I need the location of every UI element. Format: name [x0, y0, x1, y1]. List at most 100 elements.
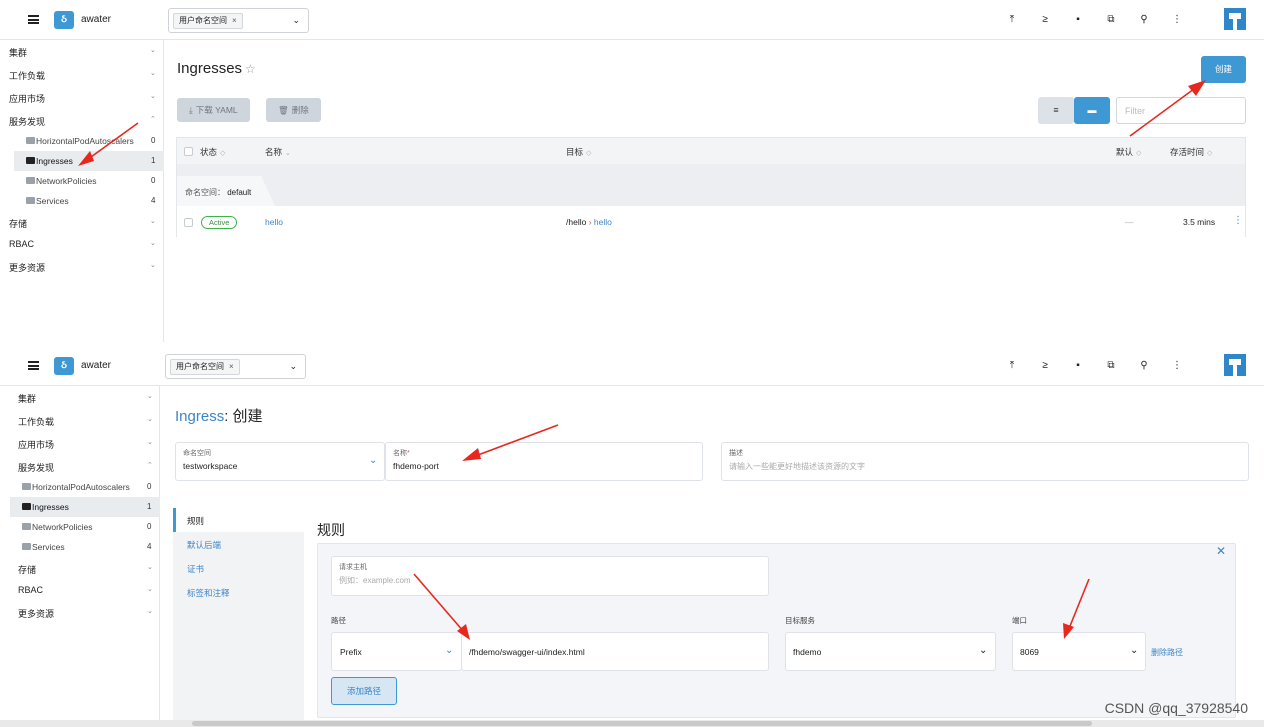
page-title: Ingress: 创建	[175, 405, 263, 426]
chevron-down-icon[interactable]: ⌄	[292, 15, 300, 26]
brand-logo-icon[interactable]	[1224, 354, 1246, 376]
chip-close-icon[interactable]: ×	[229, 362, 234, 371]
sidebar-group-rbac[interactable]: RBAC ⌄	[0, 580, 164, 600]
file-icon[interactable]: ▪	[1071, 359, 1085, 373]
horizontal-scrollbar[interactable]	[0, 720, 1264, 727]
chevron-icon: ⌄	[150, 47, 156, 54]
sidebar-item-hpa[interactable]: HorizontalPodAutoscalers 0	[14, 131, 164, 151]
target-cell: /hello › hello	[566, 217, 612, 227]
row-checkbox[interactable]	[184, 218, 193, 227]
copy-icon[interactable]: ⧉	[1104, 359, 1118, 373]
path-input[interactable]: /fhdemo/swagger-ui/index.html	[461, 632, 769, 671]
tab-certificates[interactable]: 证书	[173, 556, 304, 580]
tab-default-backend[interactable]: 默认后端	[173, 532, 304, 556]
sidebar-group-cluster[interactable]: 集群 ⌄	[0, 387, 164, 407]
sidebar-group-apps[interactable]: 应用市场 ⌄	[0, 87, 164, 107]
hamburger-menu-icon[interactable]	[28, 15, 39, 24]
more-vertical-icon[interactable]: ⋮	[1170, 13, 1184, 27]
create-button[interactable]: 创建	[1201, 56, 1246, 83]
namespace-select[interactable]: 用户命名空间 × ⌄	[168, 8, 309, 33]
path-type-select[interactable]: Prefix ⌄	[331, 632, 462, 671]
sidebar-item-label: Services	[36, 196, 69, 206]
terminal-icon[interactable]: ≥	[1038, 13, 1052, 27]
sidebar-group-more[interactable]: 更多资源 ⌄	[0, 256, 164, 276]
cluster-logo-icon[interactable]: ઠ	[54, 11, 74, 29]
sidebar-item-services[interactable]: Services 4	[10, 537, 160, 557]
star-icon[interactable]: ☆	[245, 62, 256, 76]
sidebar-group-label: RBAC	[9, 239, 35, 249]
sidebar-item-networkpolicies[interactable]: NetworkPolicies 0	[10, 517, 160, 537]
sidebar-item-ingresses[interactable]: Ingresses 1	[10, 497, 160, 517]
add-path-button[interactable]: 添加路径	[331, 677, 397, 705]
page-title-resource[interactable]: Ingress	[175, 408, 224, 425]
column-age[interactable]: 存活时间 ◇	[1170, 146, 1212, 158]
column-target[interactable]: 目标 ◇	[566, 146, 591, 158]
download-yaml-label: 下载 YAML	[195, 105, 238, 115]
target-service-link[interactable]: hello	[594, 217, 612, 227]
port-select[interactable]: 8069 ⌄	[1012, 632, 1146, 671]
hamburger-menu-icon[interactable]	[28, 361, 39, 370]
sidebar-group-storage[interactable]: 存储 ⌄	[0, 558, 164, 578]
delete-button[interactable]: 🗑 删除	[266, 98, 321, 122]
upload-icon[interactable]: ⤒	[1005, 359, 1019, 373]
column-name[interactable]: 名称 ⌄	[265, 146, 291, 158]
chevron-down-icon[interactable]: ⌄	[289, 361, 297, 372]
column-default[interactable]: 默认 ◇	[1116, 146, 1141, 158]
cluster-name[interactable]: awater	[81, 360, 111, 371]
sidebar-group-cluster[interactable]: 集群 ⌄	[0, 41, 164, 61]
select-all-checkbox[interactable]	[184, 147, 193, 156]
column-status[interactable]: 状态 ◇	[200, 146, 225, 158]
namespace-select[interactable]: 用户命名空间 × ⌄	[165, 354, 306, 379]
filter-input[interactable]	[1116, 97, 1246, 124]
host-field[interactable]: 请求主机 例如：example.com	[331, 556, 769, 596]
search-icon[interactable]: ⚲	[1137, 13, 1151, 27]
terminal-icon[interactable]: ≥	[1038, 359, 1052, 373]
sidebar-item-ingresses[interactable]: Ingresses 1	[14, 151, 164, 171]
ingress-name-link[interactable]: hello	[265, 217, 283, 227]
folder-view-icon[interactable]: ▬	[1074, 97, 1110, 124]
sidebar-group-service-discovery[interactable]: 服务发现 ⌃	[0, 456, 164, 476]
download-yaml-button[interactable]: ⤓ 下载 YAML	[177, 98, 250, 122]
more-vertical-icon[interactable]: ⋮	[1170, 359, 1184, 373]
namespace-chip-label: 用户命名空间	[179, 16, 227, 25]
row-actions-icon[interactable]: ⋮	[1233, 215, 1243, 226]
tab-labels-annotations[interactable]: 标签和注释	[173, 580, 304, 604]
cluster-logo-icon[interactable]: ઠ	[54, 357, 74, 375]
sidebar-group-workloads[interactable]: 工作负载 ⌄	[0, 64, 164, 84]
namespace-field[interactable]: 命名空间 testworkspace ⌄	[175, 442, 385, 481]
copy-icon[interactable]: ⧉	[1104, 13, 1118, 27]
sidebar-item-services[interactable]: Services 4	[14, 191, 164, 211]
sidebar-group-rbac[interactable]: RBAC ⌄	[0, 234, 164, 254]
sidebar-group-service-discovery[interactable]: 服务发现 ⌃	[0, 110, 164, 130]
sidebar-item-label: Ingresses	[36, 156, 73, 166]
tab-label: 标签和注释	[187, 588, 230, 598]
list-view-icon[interactable]: ≡	[1038, 97, 1074, 124]
sidebar-item-hpa[interactable]: HorizontalPodAutoscalers 0	[10, 477, 160, 497]
name-label: 名称*	[393, 448, 410, 458]
tab-rules[interactable]: 规则	[173, 508, 304, 532]
cluster-name[interactable]: awater	[81, 14, 111, 25]
sidebar-item-networkpolicies[interactable]: NetworkPolicies 0	[14, 171, 164, 191]
folder-icon	[26, 177, 35, 184]
description-field[interactable]: 描述 请输入一些能更好地描述该资源的文字	[721, 442, 1249, 481]
scrollbar-thumb[interactable]	[192, 721, 1092, 726]
chevron-icon: ⌄	[150, 262, 156, 269]
sidebar-group-storage[interactable]: 存储 ⌄	[0, 212, 164, 232]
view-toggle: ≡ ▬	[1038, 97, 1110, 124]
sidebar-item-count: 0	[147, 522, 152, 531]
trash-icon: 🗑	[278, 105, 289, 115]
remove-path-link[interactable]: 删除路径	[1151, 647, 1183, 658]
sidebar-group-more[interactable]: 更多资源 ⌄	[0, 602, 164, 622]
file-icon[interactable]: ▪	[1071, 13, 1085, 27]
chip-close-icon[interactable]: ×	[232, 16, 237, 25]
watermark: CSDN @qq_37928540	[1104, 700, 1248, 716]
sidebar-group-apps[interactable]: 应用市场 ⌄	[0, 433, 164, 453]
close-icon[interactable]: ✕	[1216, 544, 1226, 558]
search-icon[interactable]: ⚲	[1137, 359, 1151, 373]
brand-logo-icon[interactable]	[1224, 8, 1246, 30]
ingress-list-panel: ઠ awater 用户命名空间 × ⌄ ⤒ ≥ ▪ ⧉ ⚲ ⋮ 集群 ⌄ 工作负载 ⌄…	[0, 0, 1264, 342]
target-service-select[interactable]: fhdemo ⌄	[785, 632, 996, 671]
upload-icon[interactable]: ⤒	[1005, 13, 1019, 27]
sidebar-group-workloads[interactable]: 工作负载 ⌄	[0, 410, 164, 430]
name-field[interactable]: 名称* fhdemo-port	[385, 442, 703, 481]
